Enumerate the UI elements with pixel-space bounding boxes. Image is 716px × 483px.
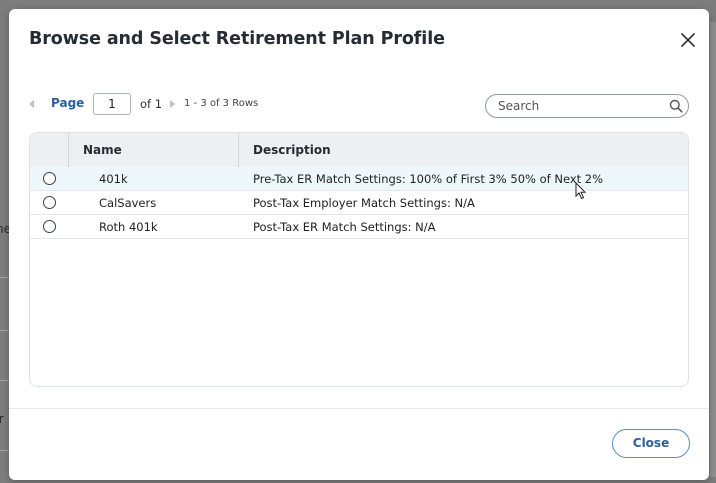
plan-profile-grid: Name Description 401k Pre-Tax ER Match S… [29, 132, 689, 387]
column-divider [238, 133, 239, 167]
footer-divider [9, 408, 709, 409]
search-box[interactable] [485, 94, 689, 118]
retirement-plan-dialog: Browse and Select Retirement Plan Profil… [9, 9, 709, 480]
mouse-pointer-icon [575, 182, 587, 200]
row-radio-button[interactable] [43, 172, 56, 185]
row-count-label: 1 - 3 of 3 Rows [184, 98, 259, 109]
table-row[interactable]: 401k Pre-Tax ER Match Settings: 100% of … [30, 167, 688, 191]
column-header-description[interactable]: Description [253, 143, 331, 157]
cell-description: Pre-Tax ER Match Settings: 100% of First… [253, 172, 604, 186]
prev-page-icon[interactable] [29, 100, 34, 108]
row-radio-button[interactable] [43, 220, 56, 233]
grid-header: Name Description [30, 133, 688, 168]
background-text-fragment: rr [0, 412, 4, 426]
cell-name: 401k [99, 172, 128, 186]
table-row[interactable]: Roth 401k Post-Tax ER Match Settings: N/… [30, 215, 688, 239]
row-radio-button[interactable] [43, 196, 56, 209]
dialog-title: Browse and Select Retirement Plan Profil… [29, 29, 445, 49]
close-button[interactable]: Close [612, 429, 690, 458]
column-divider [68, 133, 69, 167]
search-input[interactable] [498, 98, 658, 114]
cell-name: CalSavers [99, 196, 157, 210]
cell-name: Roth 401k [99, 220, 158, 234]
close-icon[interactable] [678, 30, 698, 50]
cell-description: Post-Tax ER Match Settings: N/A [253, 220, 436, 234]
column-header-name[interactable]: Name [83, 143, 122, 157]
search-icon[interactable] [669, 99, 683, 113]
page-total-label: of 1 [140, 97, 163, 111]
cell-description: Post-Tax Employer Match Settings: N/A [253, 196, 475, 210]
table-row[interactable]: CalSavers Post-Tax Employer Match Settin… [30, 191, 688, 215]
next-page-icon[interactable] [170, 100, 175, 108]
page-number-input[interactable] [93, 93, 131, 115]
page-label: Page [51, 96, 85, 110]
background-scrollbar [710, 22, 716, 477]
